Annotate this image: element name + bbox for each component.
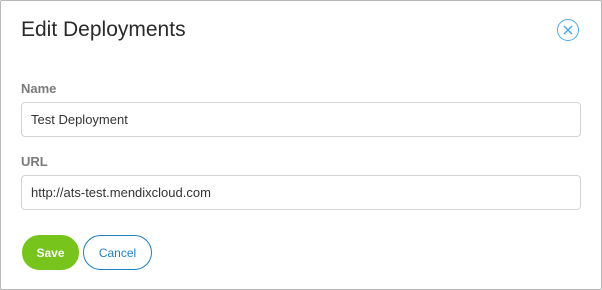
close-button[interactable] [557, 19, 579, 41]
url-input[interactable] [21, 175, 581, 210]
name-input[interactable] [21, 102, 581, 137]
dialog-title: Edit Deployments [21, 18, 186, 41]
cancel-button[interactable]: Cancel [83, 235, 152, 270]
close-icon [563, 25, 573, 35]
url-label: URL [21, 154, 48, 169]
edit-deployments-dialog: Edit Deployments Name URL Save Cancel [0, 0, 602, 290]
name-label: Name [21, 81, 57, 96]
save-button[interactable]: Save [22, 235, 79, 270]
